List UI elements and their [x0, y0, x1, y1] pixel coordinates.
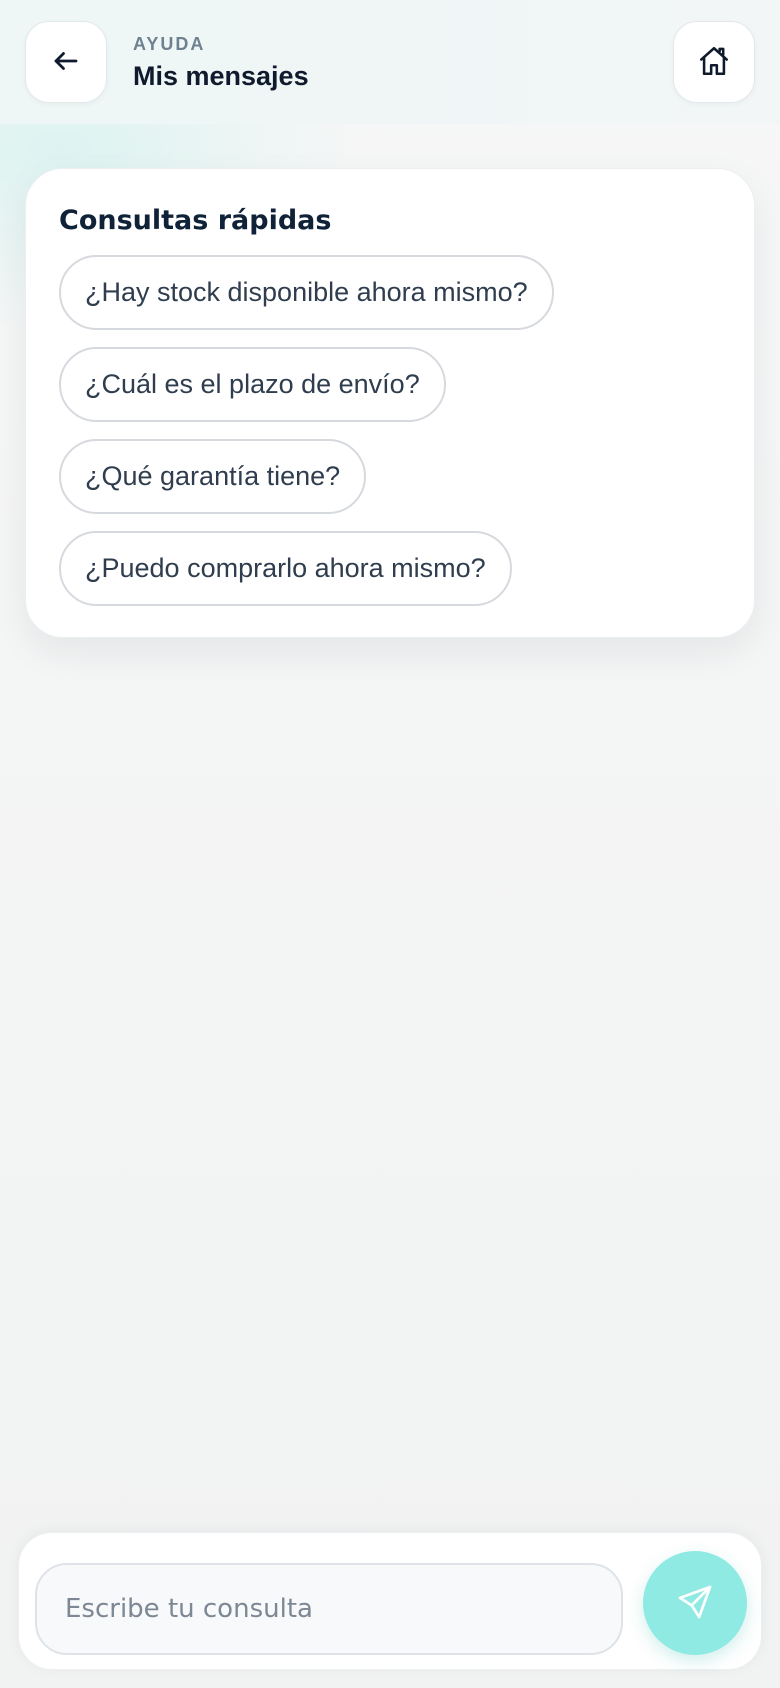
back-button[interactable]: [25, 21, 107, 103]
header-text: AYUDA Mis mensajes: [133, 34, 309, 92]
page-title: Mis mensajes: [133, 61, 309, 91]
message-input[interactable]: [35, 1563, 623, 1655]
quick-query-shipping[interactable]: ¿Cuál es el plazo de envío?: [59, 347, 446, 422]
quick-query-warranty[interactable]: ¿Qué garantía tiene?: [59, 439, 367, 514]
home-button[interactable]: [673, 21, 755, 103]
quick-queries-card: Consultas rápidas ¿Hay stock disponible …: [25, 168, 755, 638]
message-composer: [18, 1532, 762, 1670]
quick-queries-title: Consultas rápidas: [59, 205, 332, 236]
arrow-left-icon: [51, 46, 81, 79]
quick-query-stock[interactable]: ¿Hay stock disponible ahora mismo?: [59, 255, 554, 330]
top-bar: AYUDA Mis mensajes: [0, 0, 780, 124]
home-icon: [697, 44, 731, 81]
send-button[interactable]: [643, 1551, 747, 1655]
section-eyebrow: AYUDA: [133, 34, 206, 54]
quick-query-buy[interactable]: ¿Puedo comprarlo ahora mismo?: [59, 531, 512, 606]
send-icon: [675, 1582, 715, 1625]
